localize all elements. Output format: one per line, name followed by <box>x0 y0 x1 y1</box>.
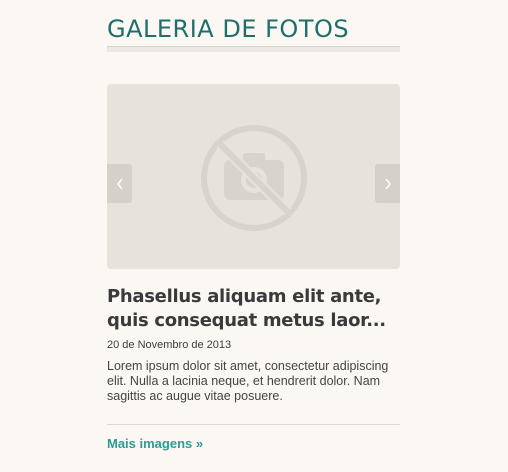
photo-slider[interactable] <box>107 84 400 269</box>
title-divider <box>107 46 400 52</box>
section-title: GALERIA DE FOTOS <box>107 15 350 43</box>
more-images-link[interactable]: Mais imagens » <box>107 436 203 451</box>
photo-summary: Lorem ipsum dolor sit amet, consectetur … <box>107 359 389 403</box>
slider-next-button[interactable] <box>375 164 400 203</box>
chevron-left-icon <box>116 178 123 189</box>
photo-headline[interactable]: Phasellus aliquam elit ante, quis conseq… <box>107 285 400 333</box>
chevron-right-icon <box>384 178 391 189</box>
slider-prev-button[interactable] <box>107 164 132 203</box>
bottom-divider <box>107 424 400 425</box>
photo-date: 20 de Novembro de 2013 <box>107 339 232 351</box>
no-camera-icon <box>200 124 308 232</box>
